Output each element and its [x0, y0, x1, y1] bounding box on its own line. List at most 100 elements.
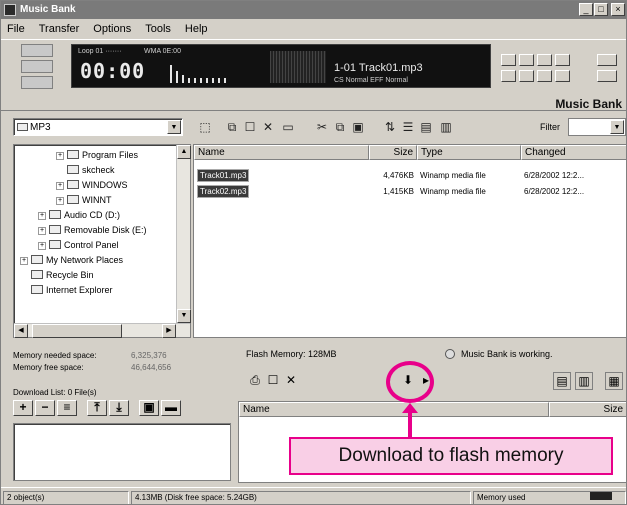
flash-memory-label: Flash Memory: 128MB — [246, 349, 337, 359]
menu-bar: File Transfer Options Tools Help — [1, 20, 626, 38]
tree-item[interactable]: Recycle Bin — [31, 268, 94, 282]
expand-icon[interactable]: + — [38, 227, 46, 235]
next-button[interactable] — [537, 70, 552, 82]
expand-icon[interactable]: + — [56, 197, 64, 205]
level-meter-bar — [188, 78, 190, 83]
track-name: 1-01 Track01.mp3 — [334, 62, 423, 74]
path-value: MP3 — [30, 122, 51, 133]
minimize-button[interactable]: _ — [579, 3, 593, 16]
mode-button-3[interactable] — [21, 76, 53, 89]
volume-down-button[interactable] — [597, 70, 617, 82]
sort-icon[interactable]: ⇅ — [381, 119, 399, 136]
cd-drive-icon — [49, 210, 61, 219]
folder-up-icon[interactable]: ⬚ — [196, 119, 214, 136]
tree-item-label: Internet Explorer — [46, 285, 113, 295]
memory-free-label: Memory free space: — [13, 363, 84, 372]
add-to-list-button[interactable]: + — [13, 400, 33, 416]
tree-vertical-scrollbar[interactable]: ▲ ▼ — [176, 145, 191, 323]
tree-item[interactable]: + WINDOWS — [56, 178, 128, 192]
expand-icon[interactable]: + — [56, 152, 64, 160]
detail-view-icon[interactable]: ▥ — [575, 372, 593, 390]
delete-icon[interactable]: ✕ — [259, 119, 277, 136]
tree-item[interactable]: + WINNT — [56, 193, 112, 207]
menu-options[interactable]: Options — [93, 20, 131, 38]
prev-button[interactable] — [501, 54, 516, 66]
maximize-button[interactable]: □ — [594, 3, 608, 16]
download-list[interactable] — [13, 423, 231, 481]
scroll-up-icon[interactable]: ▲ — [177, 145, 191, 159]
folder-tree[interactable]: + Program Files skcheck + WINDOWS + WINNT +… — [13, 144, 191, 338]
cut-icon[interactable]: ✂ — [313, 119, 331, 136]
volume-up-button[interactable] — [597, 54, 617, 66]
filter-combobox[interactable]: ▼ — [568, 118, 626, 136]
menu-help[interactable]: Help — [185, 20, 208, 38]
close-button[interactable]: × — [611, 3, 625, 16]
chevron-down-icon[interactable]: ▼ — [610, 120, 624, 134]
file-list[interactable]: Name Size Type Changed Track01.mp3 4,476… — [193, 144, 626, 338]
path-combobox[interactable]: MP3 ▼ — [13, 118, 183, 136]
new-folder-icon[interactable]: ☐ — [241, 119, 259, 136]
status-disk-space: 4.13MB (Disk free space: 5.24GB) — [131, 491, 471, 504]
minus-icon[interactable]: ▬ — [161, 400, 181, 416]
tree-item-label: Removable Disk (E:) — [64, 225, 147, 235]
copy-icon[interactable]: ⧉ — [331, 119, 349, 136]
clear-list-button[interactable]: ≡ — [57, 400, 77, 416]
lcd-eq-label: CS Normal EFF Normal — [334, 77, 408, 84]
menu-tools[interactable]: Tools — [145, 20, 171, 38]
tree-item[interactable]: + Removable Disk (E:) — [38, 223, 147, 237]
folder-icon — [67, 180, 79, 189]
properties-icon[interactable]: ▭ — [279, 119, 297, 136]
scroll-down-icon[interactable]: ▼ — [177, 309, 191, 323]
list-view-icon[interactable]: ▤ — [553, 372, 571, 390]
scroll-right-icon[interactable]: ▶ — [162, 324, 176, 338]
view-icon[interactable]: ▥ — [437, 119, 455, 136]
expand-icon[interactable]: + — [20, 257, 28, 265]
expand-icon[interactable]: + — [56, 182, 64, 190]
tree-item[interactable]: Internet Explorer — [31, 283, 113, 297]
forward-button[interactable] — [519, 70, 534, 82]
tree-item[interactable]: + My Network Places — [20, 253, 123, 267]
file-name[interactable]: Track02.mp3 — [197, 185, 250, 198]
mode-button-1[interactable] — [21, 44, 53, 57]
menu-file[interactable]: File — [7, 20, 25, 38]
column-header-size[interactable]: Size — [369, 145, 417, 160]
scroll-left-icon[interactable]: ◀ — [14, 324, 28, 338]
printer-icon[interactable]: ⎙ — [246, 372, 264, 390]
tree-item[interactable]: skcheck — [67, 163, 115, 177]
file-name[interactable]: Track01.mp3 — [197, 169, 250, 182]
column-header-size[interactable]: Size — [549, 402, 626, 417]
expand-icon[interactable]: + — [38, 242, 46, 250]
list-icon[interactable]: ☰ — [399, 119, 417, 136]
network-icon — [31, 255, 43, 264]
tree-item[interactable]: + Audio CD (D:) — [38, 208, 120, 222]
mode-button-2[interactable] — [21, 60, 53, 73]
eject-button[interactable] — [555, 70, 570, 82]
stop-button[interactable] — [555, 54, 570, 66]
pause-button[interactable] — [537, 54, 552, 66]
column-header-name[interactable]: Name — [239, 402, 549, 417]
rewind-button[interactable] — [501, 70, 516, 82]
play-button[interactable] — [519, 54, 534, 66]
paste-icon[interactable]: ▣ — [349, 119, 367, 136]
column-header-name[interactable]: Name — [194, 145, 369, 160]
expand-icon[interactable]: + — [38, 212, 46, 220]
menu-transfer[interactable]: Transfer — [39, 20, 80, 38]
folder-icon[interactable]: ▦ — [605, 372, 623, 390]
delete-icon[interactable]: ✕ — [282, 372, 300, 390]
tree-item[interactable]: + Program Files — [56, 148, 138, 162]
column-header-changed[interactable]: Changed — [521, 145, 626, 160]
details-icon[interactable]: ▤ — [417, 119, 435, 136]
tree-horizontal-scrollbar[interactable]: ◀ ▶ — [14, 323, 190, 338]
new-folder-icon[interactable]: ☐ — [264, 372, 282, 390]
chevron-down-icon[interactable]: ▼ — [167, 120, 181, 134]
remove-from-list-button[interactable]: − — [35, 400, 55, 416]
tree-item[interactable]: + Control Panel — [38, 238, 119, 252]
move-down-icon[interactable]: ⤓ — [109, 400, 129, 416]
move-up-icon[interactable]: ⤒ — [87, 400, 107, 416]
column-header-type[interactable]: Type — [417, 145, 521, 160]
title-bar[interactable]: Music Bank _ □ × — [1, 1, 626, 19]
copy-folder-icon[interactable]: ⧉ — [223, 119, 241, 136]
save-icon[interactable]: ▣ — [139, 400, 159, 416]
scroll-thumb[interactable] — [32, 324, 122, 338]
tree-item-label: skcheck — [82, 165, 115, 175]
